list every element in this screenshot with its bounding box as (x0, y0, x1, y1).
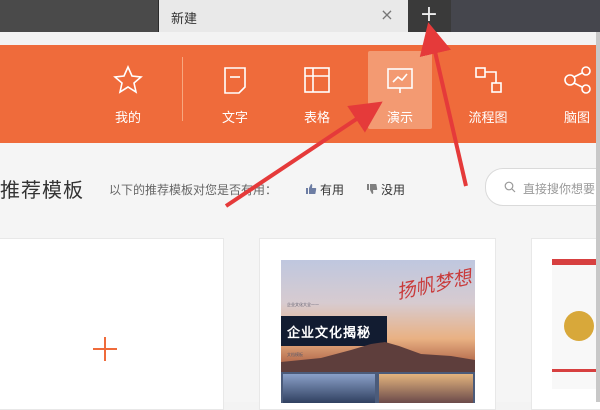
mindmap-icon (564, 66, 591, 94)
plus-icon (93, 337, 117, 361)
window-scrollbar[interactable] (596, 32, 600, 402)
toolbar-item-label: 演示 (386, 111, 413, 126)
toolbar-item-label: 表格 (303, 111, 330, 126)
table-icon (304, 67, 330, 93)
thumbnail-red-line (552, 369, 600, 372)
browser-tab-bar: 新建 × + (0, 0, 600, 32)
template-thumbnail (552, 259, 600, 389)
toolbar-item-mine[interactable]: 我的 (96, 51, 160, 129)
thumbs-up-icon (306, 184, 317, 194)
presentation-icon (387, 68, 413, 93)
template-thumbnail: 企业文化大全—— 企业文化揭秘 扬帆梦想 文档模板 (281, 260, 475, 403)
search-icon (504, 181, 516, 193)
useless-label: 没用 (381, 183, 406, 197)
document-icon (224, 67, 246, 94)
toolbar-item-label: 我的 (114, 111, 141, 126)
feedback-hint: 以下的推荐模板对您是否有用： (109, 183, 278, 197)
mountain-silhouette (281, 342, 475, 372)
toolbar-item-flowchart[interactable]: 流程图 (456, 51, 520, 129)
template-card[interactable]: 企业文化大全—— 企业文化揭秘 扬帆梦想 文档模板 (259, 238, 496, 410)
useful-label: 有用 (320, 183, 345, 197)
toolbar-item-label: 流程图 (468, 111, 508, 126)
template-small-text: 企业文化大全—— (287, 302, 319, 307)
template-title: 企业文化揭秘 (287, 326, 372, 341)
template-preview-strip (281, 372, 475, 403)
star-icon (113, 65, 143, 94)
template-area: 推荐模板 以下的推荐模板对您是否有用： 有用 没用 直接搜你想要 企业文化大全—… (0, 143, 600, 410)
useless-button[interactable]: 没用 (366, 181, 405, 198)
tab-close-icon[interactable]: × (378, 6, 396, 24)
tab-label: 新建 (171, 12, 198, 27)
piggy-bank-image (564, 311, 594, 341)
new-tab-button[interactable]: + (417, 4, 441, 28)
flowchart-icon (475, 67, 502, 93)
section-title: 推荐模板 (0, 178, 84, 202)
toolbar-item-text[interactable]: 文字 (203, 51, 267, 129)
template-card[interactable] (531, 238, 600, 410)
template-search-input[interactable]: 直接搜你想要 (485, 168, 600, 206)
new-blank-card[interactable] (0, 238, 224, 410)
useful-button[interactable]: 有用 (305, 181, 344, 198)
tab-bar-left-area (0, 0, 158, 32)
template-calligraphy: 扬帆梦想 (394, 266, 474, 304)
tab-bar-right-area (451, 0, 600, 32)
toolbar-item-mindmap[interactable]: 脑图 (545, 51, 600, 129)
toolbar-divider (182, 57, 183, 121)
search-placeholder: 直接搜你想要 (523, 182, 596, 196)
toolbar-item-presentation[interactable]: 演示 (368, 51, 432, 129)
toolbar-item-label: 脑图 (563, 111, 590, 126)
document-type-toolbar: 我的 文字 表格 演示 流程图 脑图 (0, 45, 600, 143)
tab-new[interactable]: 新建 × (158, 0, 408, 32)
thumbs-down-icon (367, 184, 378, 194)
toolbar-item-label: 文字 (221, 111, 248, 126)
thumbnail-red-bar (552, 259, 600, 265)
toolbar-item-table[interactable]: 表格 (285, 51, 349, 129)
